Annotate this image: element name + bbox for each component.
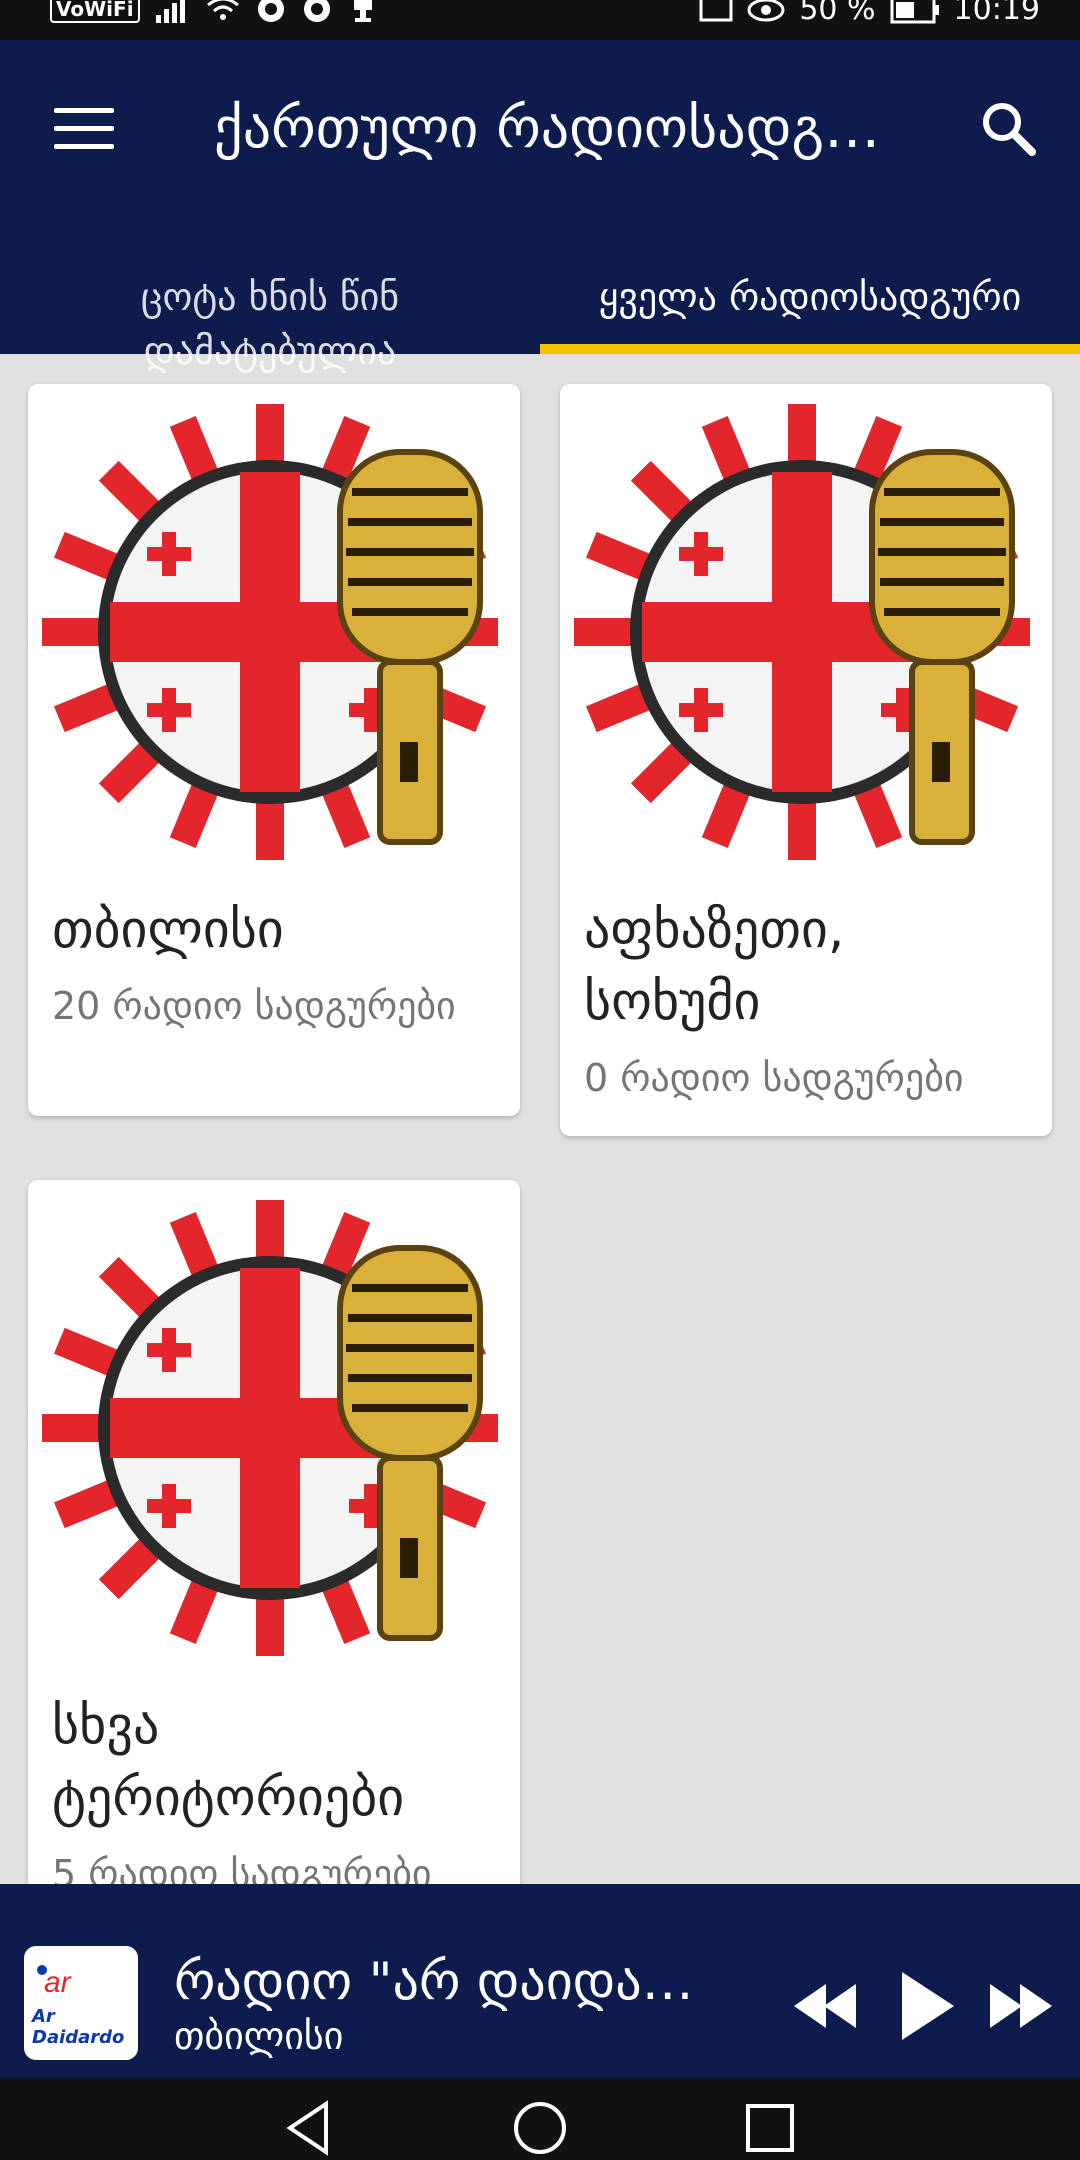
trophy-icon [353,0,372,22]
region-card-abkhazia[interactable]: აფხაზეთი, სოხუმი 0 რადიო სადგურები [560,384,1052,1136]
battery-icon [890,0,939,23]
status-bar: VoWiFi 50 % 10:19 [0,0,1080,40]
play-icon[interactable] [892,1966,962,2046]
georgia-radio-logo [574,404,1030,860]
georgia-radio-logo [42,404,498,860]
menu-icon[interactable] [54,108,114,152]
station-logo: ar Ar Daidardo [24,1946,138,2060]
tab-all-stations[interactable]: ყველა რადიოსადგური [540,224,1080,354]
page-title: ქართული რადიოსადგურები [214,96,894,161]
tab-indicator [540,344,1080,354]
region-card-other-territories[interactable]: სხვა ტერიტორიები 5 რადიო სადგურები [28,1180,520,1884]
now-playing-title: რადიო "არ დაიდარდო" [174,1952,734,2012]
back-nav-icon[interactable] [280,2098,340,2158]
card-subtitle: 0 რადიო სადგურები [584,1056,964,1100]
card-title: სხვა ტერიტორიები [52,1696,405,1828]
tab-label: ყველა რადიოსადგური [598,275,1022,319]
app-notification-icon [303,0,330,22]
mini-player[interactable]: ar Ar Daidardo რადიო "არ დაიდარდო" თბილი… [0,1884,1080,2078]
card-subtitle: 20 რადიო სადგურები [52,984,456,1028]
card-subtitle: 5 რადიო სადგურები [52,1852,432,1884]
cast-icon [699,0,733,21]
card-title: აფხაზეთი, სოხუმი [584,900,845,1032]
now-playing-city: თბილისი [174,2014,344,2058]
recents-nav-icon[interactable] [740,2098,800,2158]
battery-percent: 50 % [799,0,876,27]
app-notification-icon [257,0,284,22]
app-header: ქართული რადიოსადგურები ცოტა ხნის წინ დამ… [0,40,1080,373]
clock: 10:19 [953,0,1040,27]
home-nav-icon[interactable] [510,2098,570,2158]
microphone-icon [337,449,483,845]
station-logo-text: Ar Daidardo [32,2006,125,2048]
georgia-radio-logo [42,1200,498,1656]
fast-forward-icon[interactable] [986,1966,1056,2046]
status-left: VoWiFi [50,0,378,24]
eye-icon [747,0,785,21]
rewind-icon[interactable] [790,1966,860,2046]
region-grid: თბილისი 20 რადიო სადგურები აფხაზეთი, სოხ… [0,354,1080,1884]
microphone-icon [337,1245,483,1641]
card-title: თბილისი [52,900,284,960]
search-icon[interactable] [978,98,1038,158]
microphone-icon [869,449,1015,845]
svg-text:ar: ar [44,1966,72,1999]
station-logo-mark: ar [37,1965,72,1999]
status-right: 50 % 10:19 [699,0,1040,27]
wifi-icon [206,0,239,20]
tab-recently-added[interactable]: ცოტა ხნის წინ დამატებულია [0,224,540,373]
region-card-tbilisi[interactable]: თბილისი 20 რადიო სადგურები [28,384,520,1116]
signal-icon [155,0,185,23]
tab-bar: ცოტა ხნის წინ დამატებულია ყველა რადიოსად… [0,224,1080,373]
carrier-label: VoWiFi [50,0,140,23]
system-nav-bar [0,2078,1080,2160]
